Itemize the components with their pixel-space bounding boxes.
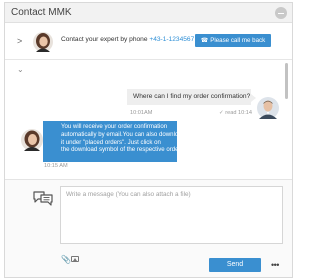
expert-message-line: the download symbol of the respective or… bbox=[61, 146, 182, 154]
expert-message-line: You will receive your order confirmation bbox=[61, 123, 168, 130]
expert-contact-text: Contact your expert by phone +43-1-12345… bbox=[61, 36, 194, 43]
chevron-down-icon[interactable]: ⌄ bbox=[17, 65, 24, 74]
expert-message-time: 10:15 AM bbox=[44, 163, 68, 169]
chevron-right-icon[interactable]: > bbox=[17, 36, 22, 46]
phone-link[interactable]: +43-1-1234567 bbox=[149, 36, 194, 43]
more-options-button[interactable]: ••• bbox=[271, 258, 279, 272]
expert-message-bubble: You will receive your order confirmation… bbox=[43, 121, 186, 162]
expert-avatar bbox=[33, 32, 53, 52]
chat-scroll-thumb[interactable] bbox=[285, 63, 288, 99]
user-avatar bbox=[257, 97, 279, 119]
user-message-text: Where can I find my order confirmation? bbox=[133, 93, 251, 100]
contact-prefix: Contact your expert by phone bbox=[61, 36, 150, 43]
expert-message-line: it under "placed orders". Just click on bbox=[61, 138, 161, 146]
chat-widget: Contact MMK > Contact your expert by pho… bbox=[4, 2, 293, 278]
expert-message-avatar bbox=[21, 129, 43, 151]
chat-header: Contact MMK bbox=[5, 3, 292, 23]
chat-bubbles-icon bbox=[33, 191, 53, 206]
message-composer: 📎 Send ••• bbox=[5, 179, 292, 277]
send-button[interactable]: Send bbox=[209, 258, 261, 272]
message-input[interactable] bbox=[60, 186, 283, 244]
minimize-icon[interactable] bbox=[275, 7, 287, 19]
user-message-time: 10:01AM bbox=[130, 110, 153, 116]
expert-message-line: automatically by email.You can also down… bbox=[61, 130, 186, 138]
callback-button[interactable]: ☎ Please call me back bbox=[195, 34, 271, 47]
image-icon[interactable] bbox=[71, 256, 79, 262]
chat-history: ⌄ Where can I find my order confirmation… bbox=[5, 61, 292, 177]
user-message-bubble: Where can I find my order confirmation? bbox=[127, 89, 256, 105]
widget-title: Contact MMK bbox=[11, 7, 72, 18]
expert-contact-bar: > Contact your expert by phone +43-1-123… bbox=[5, 24, 292, 60]
paperclip-icon[interactable]: 📎 bbox=[61, 255, 71, 264]
read-receipt: ✓ read 10:14 bbox=[219, 110, 252, 116]
